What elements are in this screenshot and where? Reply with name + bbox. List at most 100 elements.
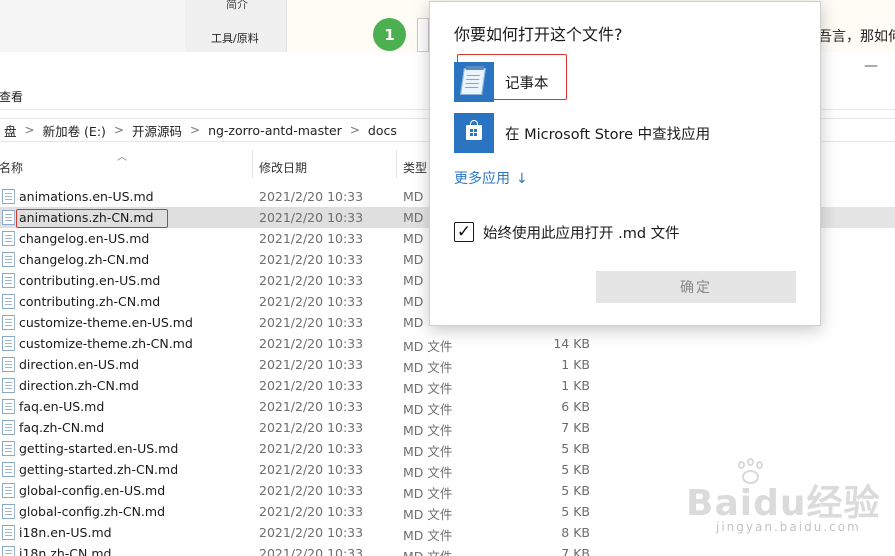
more-apps-link[interactable]: 更多应用 ↓ <box>454 168 528 188</box>
file-size: 1 KB <box>561 357 590 372</box>
step-text-box <box>417 18 429 52</box>
md-file-icon <box>2 525 15 540</box>
file-type: MD 文件 <box>403 423 453 438</box>
file-type: MD <box>403 294 424 309</box>
breadcrumb-separator-icon: > <box>190 123 201 137</box>
file-date: 2021/2/20 10:33 <box>259 231 364 246</box>
file-row[interactable]: faq.en-US.md 2021/2/20 10:33 MD 文件 6 KB <box>0 396 895 417</box>
breadcrumb-volume-e[interactable]: 新加卷 (E:) <box>39 121 110 140</box>
arrow-down-icon: ↓ <box>516 171 528 187</box>
file-row[interactable]: global-config.en-US.md 2021/2/20 10:33 MD … <box>0 480 895 501</box>
file-name[interactable]: global-config.en-US.md <box>19 483 165 498</box>
breadcrumb-separator-icon: > <box>24 123 35 137</box>
file-date: 2021/2/20 10:33 <box>259 441 364 456</box>
file-name[interactable]: animations.en-US.md <box>19 189 154 204</box>
file-date: 2021/2/20 10:33 <box>259 315 364 330</box>
file-name[interactable]: getting-started.en-US.md <box>19 441 178 456</box>
file-name[interactable]: customize-theme.en-US.md <box>19 315 193 330</box>
md-file-icon <box>2 441 15 456</box>
column-header-name[interactable]: 名称 <box>0 159 23 176</box>
file-name[interactable]: changelog.zh-CN.md <box>19 252 149 267</box>
ok-button[interactable]: 确定 <box>596 271 796 303</box>
always-use-label: 始终使用此应用打开 .md 文件 <box>483 225 680 242</box>
file-size: 5 KB <box>561 483 590 498</box>
file-name[interactable]: direction.en-US.md <box>19 357 139 372</box>
file-date: 2021/2/20 10:33 <box>259 420 364 435</box>
file-type: MD <box>403 273 424 288</box>
file-type: MD <box>403 252 424 267</box>
file-date: 2021/2/20 10:33 <box>259 462 364 477</box>
file-name[interactable]: faq.en-US.md <box>19 399 104 414</box>
md-file-icon <box>2 210 15 225</box>
file-name[interactable]: getting-started.zh-CN.md <box>19 462 178 477</box>
always-use-checkbox[interactable]: ✓ <box>454 222 474 242</box>
step-number-badge: 1 <box>373 18 406 51</box>
column-divider[interactable] <box>252 150 253 178</box>
file-name[interactable]: customize-theme.zh-CN.md <box>19 336 193 351</box>
md-file-icon <box>2 399 15 414</box>
file-name[interactable]: changelog.en-US.md <box>19 231 149 246</box>
column-header-type[interactable]: 类型 <box>403 159 427 176</box>
file-row[interactable]: global-config.zh-CN.md 2021/2/20 10:33 MD … <box>0 501 895 522</box>
view-menu[interactable]: 查看 <box>0 88 23 105</box>
file-name[interactable]: i18n.en-US.md <box>19 525 112 540</box>
ribbon-label-tools[interactable]: 工具/原料 <box>211 30 259 46</box>
always-use-option[interactable]: ✓ 始终使用此应用打开 .md 文件 <box>454 221 680 243</box>
file-row[interactable]: direction.zh-CN.md 2021/2/20 10:33 MD 文件 1 … <box>0 375 895 396</box>
md-file-icon <box>2 294 15 309</box>
file-name[interactable]: direction.zh-CN.md <box>19 378 139 393</box>
annotation-highlight-box <box>16 209 168 228</box>
breadcrumb-drive-root[interactable]: 盘 <box>0 121 21 140</box>
md-file-icon <box>2 231 15 246</box>
breadcrumb-docs[interactable]: docs <box>364 123 401 138</box>
file-type: MD 文件 <box>403 465 453 480</box>
file-row[interactable]: direction.en-US.md 2021/2/20 10:33 MD 文件 1 … <box>0 354 895 375</box>
file-name[interactable]: global-config.zh-CN.md <box>19 504 165 519</box>
breadcrumb-separator-icon: > <box>113 123 124 137</box>
breadcrumb-project[interactable]: ng-zorro-antd-master <box>204 123 346 138</box>
file-name[interactable]: faq.zh-CN.md <box>19 420 104 435</box>
file-type: MD <box>403 231 424 246</box>
md-file-icon <box>2 189 15 204</box>
md-file-icon <box>2 546 15 556</box>
column-divider[interactable] <box>396 150 397 178</box>
file-size: 7 KB <box>561 546 590 556</box>
app-option-store[interactable]: 在 Microsoft Store 中查找应用 <box>452 113 802 155</box>
file-name[interactable]: contributing.en-US.md <box>19 273 160 288</box>
ribbon-left-pane <box>0 0 185 52</box>
file-type: MD 文件 <box>403 546 452 556</box>
file-name[interactable]: contributing.zh-CN.md <box>19 294 160 309</box>
file-type: MD 文件 <box>403 528 453 543</box>
column-header-date[interactable]: 修改日期 <box>259 159 307 176</box>
file-type: MD 文件 <box>403 402 453 417</box>
md-file-icon <box>2 273 15 288</box>
background-document-text: 吾言，那如何 <box>818 29 895 45</box>
file-type: MD 文件 <box>403 339 453 354</box>
file-type: MD <box>403 210 424 225</box>
md-file-icon <box>2 378 15 393</box>
file-row[interactable]: i18n.en-US.md 2021/2/20 10:33 MD 文件 8 KB <box>0 522 895 543</box>
more-apps-label: 更多应用 <box>454 171 510 187</box>
file-row[interactable]: customize-theme.zh-CN.md 2021/2/20 10:33 M… <box>0 333 895 354</box>
sort-ascending-icon: ︿ <box>117 152 127 163</box>
file-size: 8 KB <box>561 525 590 540</box>
md-file-icon <box>2 420 15 435</box>
md-file-icon <box>2 357 15 372</box>
file-date: 2021/2/20 10:33 <box>259 336 364 351</box>
file-row[interactable]: i18n.zh-CN.md 2021/2/20 10:33 MD 文件 7 KB <box>0 543 895 556</box>
file-date: 2021/2/20 10:33 <box>259 210 364 225</box>
file-row[interactable]: getting-started.en-US.md 2021/2/20 10:33 M… <box>0 438 895 459</box>
ribbon-label-intro[interactable]: 简介 <box>226 0 248 12</box>
file-name[interactable]: i18n.zh-CN.md <box>19 546 111 556</box>
file-date: 2021/2/20 10:33 <box>259 525 364 540</box>
breadcrumb-open-source[interactable]: 开源源码 <box>128 121 186 140</box>
minimize-icon[interactable]: — <box>864 58 878 74</box>
file-type: MD 文件 <box>403 507 453 522</box>
file-date: 2021/2/20 10:33 <box>259 504 364 519</box>
file-row[interactable]: getting-started.zh-CN.md 2021/2/20 10:33 M… <box>0 459 895 480</box>
file-type: MD 文件 <box>403 486 453 501</box>
file-row[interactable]: faq.zh-CN.md 2021/2/20 10:33 MD 文件 7 KB <box>0 417 895 438</box>
file-size: 7 KB <box>561 420 590 435</box>
file-type: MD 文件 <box>403 360 453 375</box>
annotation-highlight-box <box>457 54 567 100</box>
